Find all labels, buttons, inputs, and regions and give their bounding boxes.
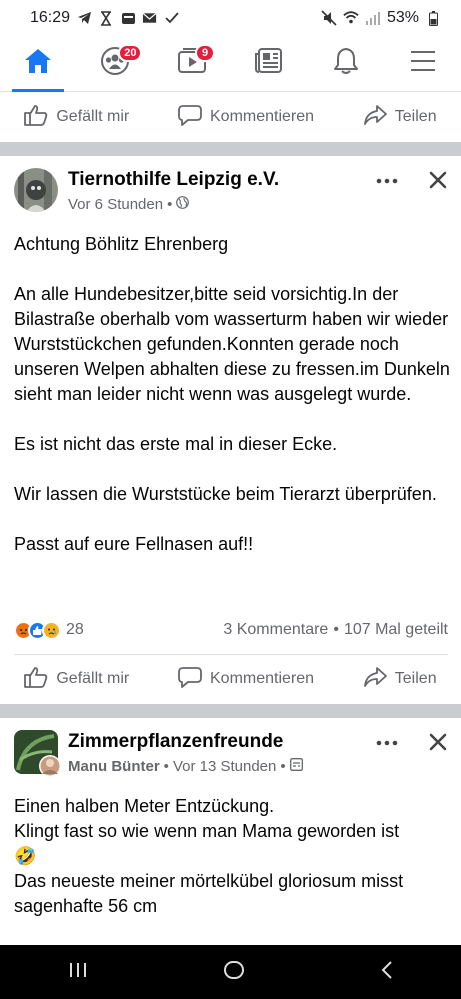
news-icon — [254, 48, 284, 79]
engagement-stats: 3 Kommentare • 107 Mal geteilt — [223, 621, 448, 639]
tab-watch[interactable]: 9 — [162, 36, 222, 92]
post1-body: Achtung Böhlitz Ehrenberg An alle Hundeb… — [14, 232, 454, 557]
thumbs-up-icon — [24, 666, 48, 693]
meta-separator: • — [280, 758, 286, 775]
battery-icon — [425, 10, 441, 26]
share-icon — [363, 666, 387, 693]
comments-count[interactable]: 3 Kommentare — [223, 621, 328, 639]
shares-count[interactable]: 107 Mal geteilt — [344, 621, 448, 639]
post-time[interactable]: Vor 6 Stunden — [68, 196, 163, 213]
hamburger-icon — [410, 50, 436, 77]
action-row-post1: Gefällt mir Kommentieren Teilen — [0, 654, 461, 704]
like-label: Gefällt mir — [56, 670, 130, 687]
group-avatar[interactable] — [14, 730, 62, 778]
tab-groups[interactable]: 20 — [85, 36, 145, 92]
comment-label: Kommentieren — [210, 670, 315, 687]
more-dots-icon — [376, 733, 398, 751]
group-name[interactable]: Zimmerpflanzenfreunde — [68, 731, 283, 753]
tab-news[interactable] — [239, 36, 299, 92]
post-line: Klingt fast so wie wenn man Mama geworde… — [14, 821, 400, 841]
share-button[interactable]: Teilen — [363, 666, 437, 693]
tab-notifications[interactable] — [316, 36, 376, 92]
post-paragraph: Wir lassen die Wurststücke beim Tierarzt… — [14, 484, 437, 504]
post-line: Das neueste meiner mörtelkübel gloriosum… — [14, 871, 404, 916]
post-line: Einen halben Meter Entzückung. — [14, 796, 275, 816]
hide-post-button[interactable] — [424, 730, 452, 758]
comment-icon — [178, 666, 202, 693]
post-paragraph: Es ist nicht das erste mal in dieser Eck… — [14, 434, 338, 454]
mail-icon — [142, 10, 158, 26]
action-row-top: Gefällt mir Kommentieren Teilen — [0, 92, 461, 142]
hide-post-button[interactable] — [424, 168, 452, 196]
status-bar: 16:29 53% — [0, 0, 461, 36]
status-right: 53% — [321, 9, 441, 27]
tab-menu[interactable] — [393, 36, 453, 92]
stats-separator: • — [333, 621, 339, 638]
top-nav: 20 9 — [0, 36, 461, 92]
groups-badge: 20 — [118, 43, 143, 62]
comment-button[interactable]: Kommentieren — [178, 104, 314, 131]
thumbs-up-icon — [24, 104, 48, 131]
reaction-count: 28 — [66, 621, 84, 638]
post2-meta: Manu Bünter • Vor 13 Stunden • — [68, 758, 303, 775]
post-paragraph: An alle Hundebesitzer,bitte seid vorsich… — [14, 284, 450, 404]
system-nav-bar — [0, 945, 461, 999]
sad-reaction-icon — [42, 620, 61, 640]
reaction-summary[interactable]: 28 — [14, 620, 84, 640]
post2-body: Einen halben Meter Entzückung. Klingt fa… — [14, 794, 454, 919]
comment-label: Kommentieren — [210, 108, 315, 125]
like-button[interactable]: Gefällt mir — [24, 104, 129, 131]
meta-separator: • — [167, 196, 173, 213]
more-dots-icon — [376, 171, 398, 189]
reactions-bar: 28 3 Kommentare • 107 Mal geteilt — [14, 618, 448, 642]
post1-header: Tiernothilfe Leipzig e.V. Vor 6 Stunden … — [0, 168, 461, 228]
close-icon — [429, 733, 447, 756]
close-icon — [429, 171, 447, 194]
wifi-icon — [343, 10, 359, 26]
page-avatar[interactable] — [14, 168, 58, 212]
post-time[interactable]: Vor 13 Stunden — [173, 758, 276, 775]
app-icon — [120, 10, 136, 26]
author-name[interactable]: Manu Bünter — [68, 758, 160, 775]
comment-icon — [178, 104, 202, 131]
post2-header: Zimmerpflanzenfreunde Manu Bünter • Vor … — [0, 730, 461, 790]
more-options-button[interactable] — [372, 168, 402, 192]
share-icon — [363, 104, 387, 131]
page-name[interactable]: Tiernothilfe Leipzig e.V. — [68, 169, 279, 191]
back-button[interactable] — [380, 960, 394, 984]
home-icon — [24, 48, 52, 79]
status-left: 16:29 — [30, 9, 180, 27]
mute-icon — [321, 10, 337, 26]
globe-icon — [176, 196, 190, 213]
telegram-icon — [76, 10, 92, 26]
watch-badge: 9 — [195, 43, 216, 62]
post-paragraph: Achtung Böhlitz Ehrenberg — [14, 234, 229, 254]
share-label: Teilen — [394, 108, 437, 125]
tab-home[interactable] — [8, 36, 68, 92]
clock: 16:29 — [30, 9, 71, 26]
more-options-button[interactable] — [372, 730, 402, 754]
post-separator — [0, 704, 461, 718]
post-paragraph: Passt auf eure Fellnasen auf!! — [14, 534, 254, 554]
share-button[interactable]: Teilen — [363, 104, 437, 131]
check-icon — [164, 10, 180, 26]
home-button[interactable] — [223, 959, 245, 986]
emoji-rofl: 🤣 — [14, 846, 37, 867]
share-label: Teilen — [394, 670, 437, 687]
battery-percent: 53% — [386, 9, 419, 26]
recents-button[interactable] — [68, 962, 88, 983]
meta-separator: • — [163, 758, 169, 775]
post-separator — [0, 142, 461, 156]
post1-meta: Vor 6 Stunden • — [68, 196, 190, 213]
comment-button[interactable]: Kommentieren — [178, 666, 314, 693]
signal-icon — [365, 10, 381, 26]
like-button[interactable]: Gefällt mir — [24, 666, 129, 693]
like-label: Gefällt mir — [56, 108, 130, 125]
group-privacy-icon — [289, 758, 303, 775]
bell-icon — [333, 47, 359, 80]
hourglass-icon — [98, 10, 114, 26]
